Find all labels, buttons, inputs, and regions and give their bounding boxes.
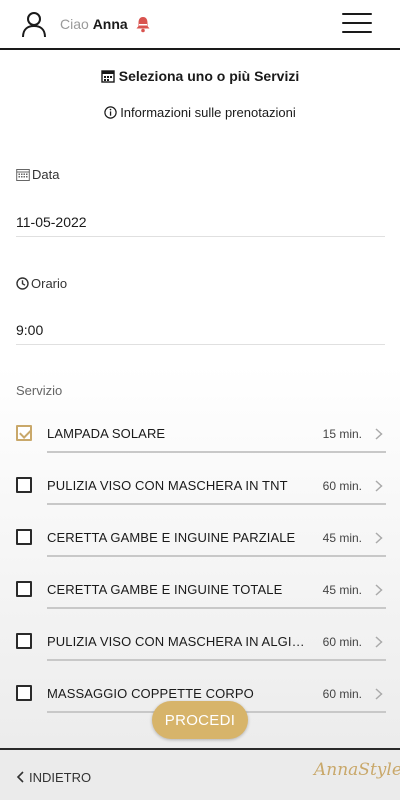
service-checkbox[interactable] — [16, 685, 32, 701]
service-name: MASSAGGIO COPPETTE CORPO — [47, 686, 254, 701]
service-item[interactable]: CERETTA GAMBE E INGUINE PARZIALE 45 min. — [16, 506, 386, 558]
user-name: Anna — [92, 16, 128, 32]
divider — [47, 451, 386, 453]
service-item[interactable]: PULIZIA VISO CON MASCHERA IN ALGINATO 60… — [16, 610, 386, 662]
service-checkbox[interactable] — [16, 529, 32, 545]
clock-icon — [16, 277, 29, 290]
app-header: Ciao Anna — [0, 0, 400, 50]
service-duration: 60 min. — [322, 635, 362, 649]
brand-logo: AnnaStyle — [308, 756, 400, 798]
service-name: LAMPADA SOLARE — [47, 426, 166, 441]
greeting: Ciao Anna — [60, 16, 128, 32]
divider — [47, 607, 386, 609]
service-name: CERETTA GAMBE E INGUINE PARZIALE — [47, 530, 296, 545]
back-button[interactable]: INDIETRO — [16, 770, 91, 785]
info-icon — [104, 106, 117, 119]
back-button-label: INDIETRO — [29, 770, 92, 785]
service-name: PULIZIA VISO CON MASCHERA IN TNT — [47, 478, 288, 493]
page-title: Seleziona uno o più Servizi — [0, 68, 400, 84]
greeting-text: Ciao — [60, 16, 89, 32]
chevron-right-icon[interactable] — [374, 428, 384, 440]
time-label-text: Orario — [31, 276, 68, 291]
booking-info-text: Informazioni sulle prenotazioni — [120, 105, 296, 120]
date-label: Data — [16, 167, 59, 182]
service-checkbox[interactable] — [16, 581, 32, 597]
service-name: CERETTA GAMBE E INGUINE TOTALE — [47, 582, 283, 597]
service-checkbox[interactable] — [16, 425, 32, 441]
chevron-right-icon[interactable] — [374, 480, 384, 492]
date-field[interactable]: 11-05-2022 — [16, 214, 385, 237]
proceed-button[interactable]: PROCEDI — [152, 701, 248, 739]
hamburger-menu-icon[interactable] — [342, 13, 372, 35]
chevron-right-icon[interactable] — [374, 532, 384, 544]
service-item[interactable]: LAMPADA SOLARE 15 min. — [16, 402, 386, 454]
divider — [47, 659, 386, 661]
calendar-icon — [16, 169, 30, 181]
divider — [47, 555, 386, 557]
bell-icon[interactable] — [135, 15, 151, 33]
services-section-label: Servizio — [16, 383, 63, 398]
booking-info-link[interactable]: Informazioni sulle prenotazioni — [0, 105, 400, 120]
service-duration: 45 min. — [322, 583, 362, 597]
service-checkbox[interactable] — [16, 477, 32, 493]
date-label-text: Data — [32, 167, 60, 182]
user-icon[interactable] — [20, 10, 48, 38]
service-checkbox[interactable] — [16, 633, 32, 649]
service-duration: 60 min. — [322, 687, 362, 701]
service-duration: 45 min. — [322, 531, 362, 545]
time-field[interactable]: 9:00 — [16, 322, 385, 345]
brand-logo-text: AnnaStyle — [314, 760, 400, 780]
chevron-right-icon[interactable] — [374, 584, 384, 596]
chevron-left-icon — [16, 771, 24, 783]
service-duration: 60 min. — [322, 479, 362, 493]
chevron-right-icon[interactable] — [374, 636, 384, 648]
app-footer: INDIETRO AnnaStyle — [0, 748, 400, 800]
page-title-text: Seleziona uno o più Servizi — [118, 68, 300, 84]
divider — [47, 503, 386, 505]
chevron-right-icon[interactable] — [374, 688, 384, 700]
service-name: PULIZIA VISO CON MASCHERA IN ALGINATO — [47, 634, 309, 649]
service-item[interactable]: CERETTA GAMBE E INGUINE TOTALE 45 min. — [16, 558, 386, 610]
calendar-icon — [101, 70, 115, 83]
service-item[interactable]: PULIZIA VISO CON MASCHERA IN TNT 60 min. — [16, 454, 386, 506]
booking-form: Seleziona uno o più Servizi Informazioni… — [0, 52, 400, 748]
time-label: Orario — [16, 276, 67, 291]
service-duration: 15 min. — [322, 427, 362, 441]
